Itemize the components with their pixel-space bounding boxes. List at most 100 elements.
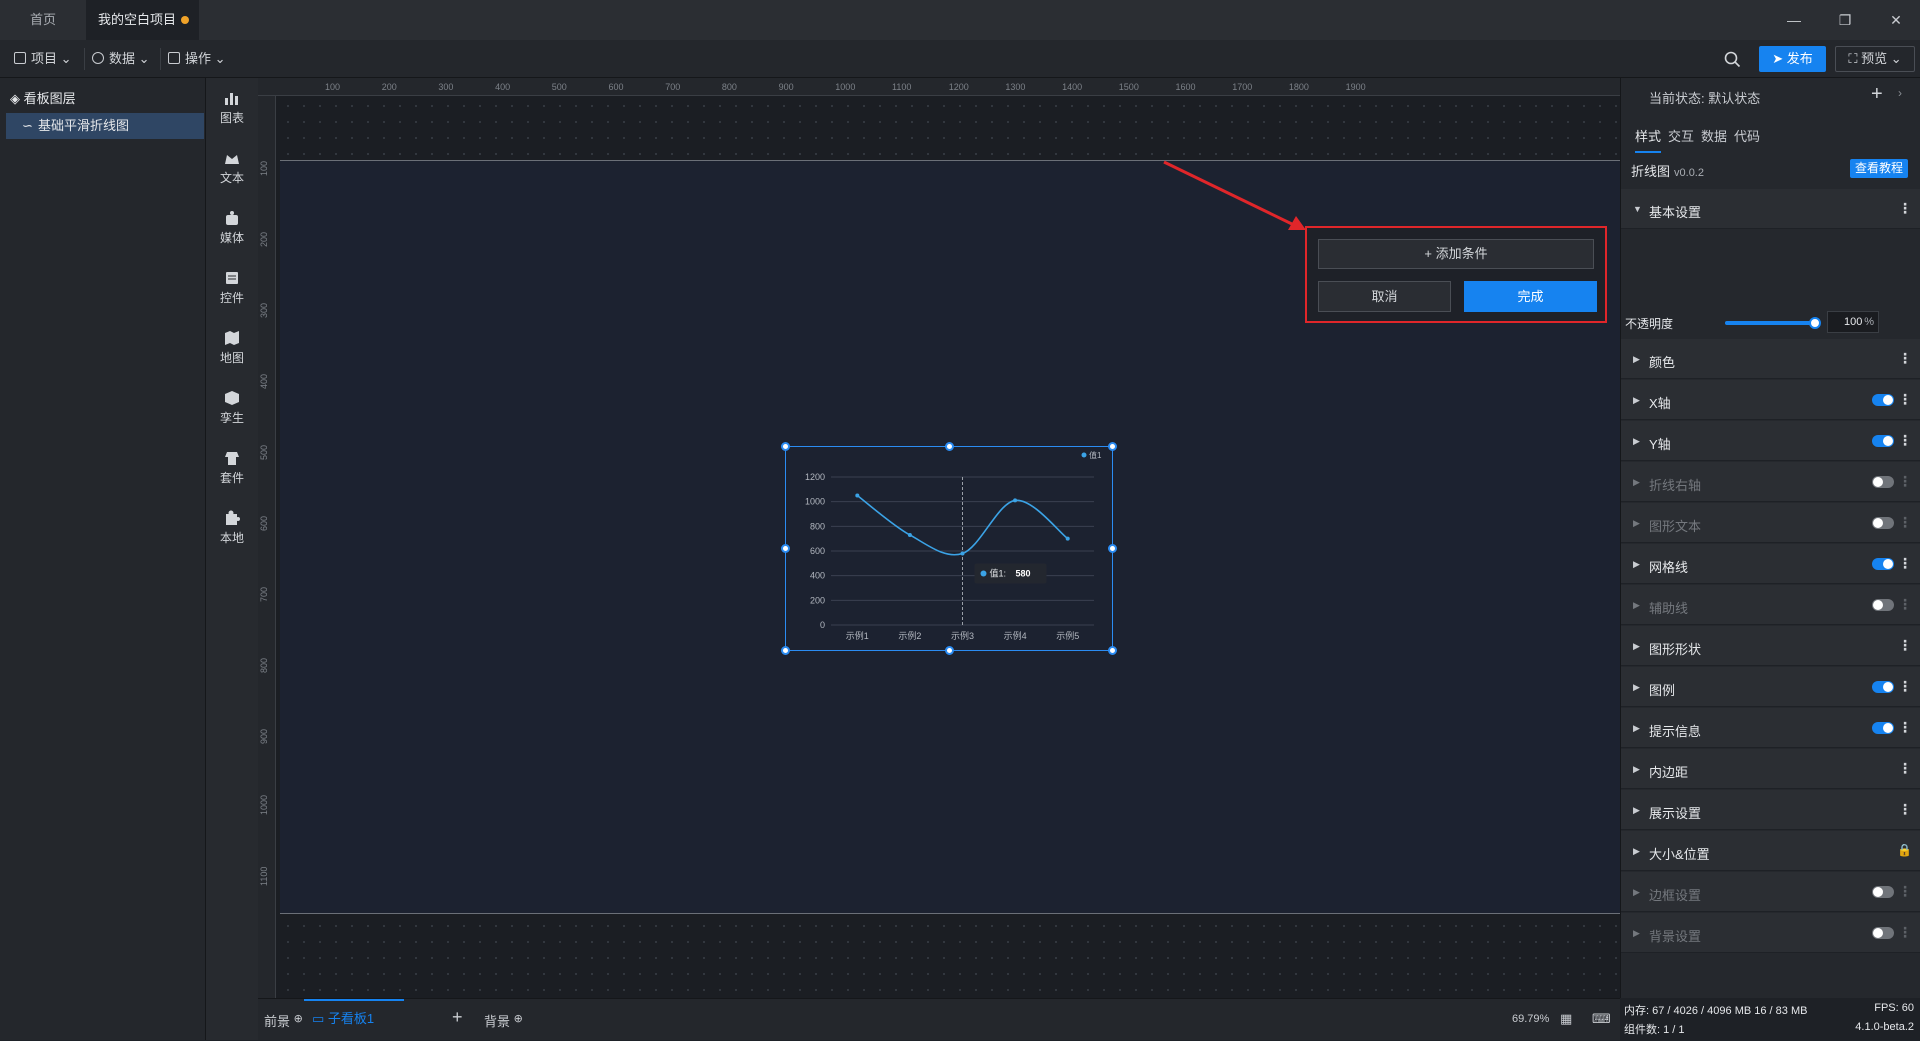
more-icon[interactable]: ⋮ bbox=[1898, 678, 1912, 695]
tab-code[interactable]: 代码 bbox=[1734, 126, 1760, 145]
more-icon[interactable]: ⋮ bbox=[1898, 391, 1912, 408]
toggle-switch[interactable] bbox=[1872, 517, 1894, 529]
resize-handle[interactable] bbox=[781, 544, 790, 553]
toggle-switch[interactable] bbox=[1872, 599, 1894, 611]
line-chart[interactable]: 0 200 400 600 800 1000 1200 示例1 示例2 示例3 示例4 示例5 值1 值1… bbox=[786, 447, 1114, 652]
search-icon[interactable] bbox=[1724, 51, 1741, 68]
add-condition-label: 添加条件 bbox=[1435, 246, 1488, 261]
tab-background[interactable]: 背景 ⊕ bbox=[484, 1011, 523, 1030]
tab-data[interactable]: 数据 bbox=[1701, 126, 1727, 145]
more-icon[interactable]: ⋮ bbox=[1898, 637, 1912, 654]
more-icon[interactable]: ⋮ bbox=[1898, 924, 1912, 941]
menu-data[interactable]: 数据 ⌄ bbox=[92, 49, 150, 69]
restore-icon[interactable]: ❐ bbox=[1835, 10, 1855, 30]
more-icon[interactable]: ⋮ bbox=[1898, 719, 1912, 736]
toggle-switch[interactable] bbox=[1872, 722, 1894, 734]
close-icon[interactable]: ✕ bbox=[1886, 10, 1906, 30]
section-row[interactable]: ▶ 提示信息 ⋮ bbox=[1621, 708, 1920, 748]
opacity-label: 不透明度 bbox=[1625, 317, 1674, 331]
section-row[interactable]: ▶ 边框设置 ⋮ bbox=[1621, 872, 1920, 912]
comp-media[interactable]: 媒体 bbox=[206, 210, 258, 246]
section-row[interactable]: ▶ 背景设置 ⋮ bbox=[1621, 913, 1920, 953]
resize-handle[interactable] bbox=[945, 646, 954, 655]
toggle-switch[interactable] bbox=[1872, 435, 1894, 447]
section-row[interactable]: ▶ 图形形状 ⋮ bbox=[1621, 626, 1920, 666]
tab-foreground[interactable]: 前景 ⊕ bbox=[264, 1011, 303, 1030]
section-row[interactable]: ▶ Y轴 ⋮ bbox=[1621, 421, 1920, 461]
tab-home[interactable]: 首页 bbox=[18, 0, 80, 40]
cancel-button[interactable]: 取消 bbox=[1318, 281, 1451, 312]
resize-handle[interactable] bbox=[1108, 544, 1117, 553]
minimize-icon[interactable]: — bbox=[1784, 10, 1804, 30]
menu-project[interactable]: 项目 ⌄ bbox=[14, 49, 72, 69]
zoom-level[interactable]: 69.79% bbox=[1512, 1013, 1549, 1025]
tutorial-button[interactable]: 查看教程 bbox=[1850, 159, 1908, 178]
done-button[interactable]: 完成 bbox=[1464, 281, 1597, 312]
fit-screen-icon[interactable]: ▦ bbox=[1560, 1011, 1572, 1027]
tab-project[interactable]: 我的空白项目 bbox=[86, 0, 199, 40]
opacity-input[interactable]: 100 % bbox=[1827, 311, 1879, 333]
section-row[interactable]: ▶ 图形文本 ⋮ bbox=[1621, 503, 1920, 543]
tab-interaction[interactable]: 交互 bbox=[1668, 126, 1694, 145]
more-icon[interactable]: ⋮ bbox=[1898, 432, 1912, 449]
section-row[interactable]: ▶ 图例 ⋮ bbox=[1621, 667, 1920, 707]
section-row[interactable]: ▶ 大小&位置 🔒 bbox=[1621, 831, 1920, 871]
more-icon[interactable]: ⋮ bbox=[1898, 760, 1912, 777]
toggle-switch[interactable] bbox=[1872, 476, 1894, 488]
resize-handle[interactable] bbox=[781, 442, 790, 451]
add-circle-icon[interactable]: ⊕ bbox=[514, 1013, 523, 1025]
resize-handle[interactable] bbox=[1108, 442, 1117, 451]
toggle-switch[interactable] bbox=[1872, 927, 1894, 939]
state-value[interactable]: 默认状态 bbox=[1708, 91, 1760, 106]
section-row[interactable]: ▶ 网格线 ⋮ bbox=[1621, 544, 1920, 584]
resize-handle[interactable] bbox=[781, 646, 790, 655]
more-icon[interactable]: ⋮ bbox=[1898, 801, 1912, 818]
add-circle-icon[interactable]: ⊕ bbox=[294, 1013, 303, 1025]
toggle-switch[interactable] bbox=[1872, 681, 1894, 693]
comp-text[interactable]: 文本 bbox=[206, 150, 258, 186]
tab-project-label: 我的空白项目 bbox=[98, 12, 177, 27]
comp-chart[interactable]: 图表 bbox=[206, 90, 258, 126]
tab-style[interactable]: 样式 bbox=[1635, 126, 1662, 153]
opacity-slider[interactable] bbox=[1725, 317, 1821, 329]
more-icon[interactable]: ⋮ bbox=[1898, 200, 1912, 217]
more-icon[interactable]: ⋮ bbox=[1898, 596, 1912, 613]
section-row[interactable]: ▶ X轴 ⋮ bbox=[1621, 380, 1920, 420]
more-icon[interactable]: ⋮ bbox=[1898, 350, 1912, 367]
layer-item[interactable]: ∽ 基础平滑折线图 bbox=[6, 113, 204, 139]
more-icon[interactable]: ⋮ bbox=[1898, 555, 1912, 572]
more-icon[interactable]: ⋮ bbox=[1898, 473, 1912, 490]
comp-twin[interactable]: 孪生 bbox=[206, 390, 258, 426]
menu-operation[interactable]: 操作 ⌄ bbox=[168, 49, 226, 69]
section-row[interactable]: ▶ 折线右轴 ⋮ bbox=[1621, 462, 1920, 502]
opacity-slider-knob[interactable] bbox=[1809, 317, 1821, 329]
more-icon[interactable]: ⋮ bbox=[1898, 514, 1912, 531]
resize-handle[interactable] bbox=[945, 442, 954, 451]
toggle-switch[interactable] bbox=[1872, 886, 1894, 898]
toggle-switch[interactable] bbox=[1872, 394, 1894, 406]
preview-button[interactable]: ⛶ 预览 ⌄ bbox=[1835, 46, 1915, 72]
section-row[interactable]: ▶ 颜色 ⋮ bbox=[1621, 339, 1920, 379]
keyboard-icon[interactable]: ⌨ bbox=[1592, 1011, 1611, 1027]
lock-icon[interactable]: 🔒 bbox=[1897, 843, 1912, 857]
comp-map[interactable]: 地图 bbox=[206, 330, 258, 366]
toggle-switch[interactable] bbox=[1872, 558, 1894, 570]
add-condition-button[interactable]: + 添加条件 bbox=[1318, 239, 1594, 269]
add-state-icon[interactable]: + bbox=[1871, 83, 1883, 106]
tab-subboard[interactable]: ▭ 子看板1 bbox=[304, 999, 404, 1041]
section-row[interactable]: ▶ 展示设置 ⋮ bbox=[1621, 790, 1920, 830]
resize-handle[interactable] bbox=[1108, 646, 1117, 655]
section-row[interactable]: ▶ 辅助线 ⋮ bbox=[1621, 585, 1920, 625]
section-row[interactable]: ▶ 内边距 ⋮ bbox=[1621, 749, 1920, 789]
add-board-icon[interactable]: + bbox=[452, 1007, 463, 1028]
publish-button[interactable]: ➤ 发布 bbox=[1759, 46, 1826, 72]
more-icon[interactable]: ⋮ bbox=[1898, 883, 1912, 900]
section-basic[interactable]: ▼ 基本设置 ⋮ bbox=[1621, 189, 1920, 229]
comp-control[interactable]: 控件 bbox=[206, 270, 258, 306]
comp-suite[interactable]: 套件 bbox=[206, 450, 258, 486]
line-chart-icon: ∽ bbox=[22, 118, 33, 133]
chart-widget[interactable]: 0 200 400 600 800 1000 1200 示例1 示例2 示例3 示例4 示例5 值1 值1… bbox=[781, 442, 1117, 655]
opacity-slider-fill bbox=[1725, 321, 1817, 325]
comp-local[interactable]: 本地 bbox=[206, 510, 258, 546]
chevron-right-icon[interactable]: › bbox=[1898, 86, 1902, 100]
